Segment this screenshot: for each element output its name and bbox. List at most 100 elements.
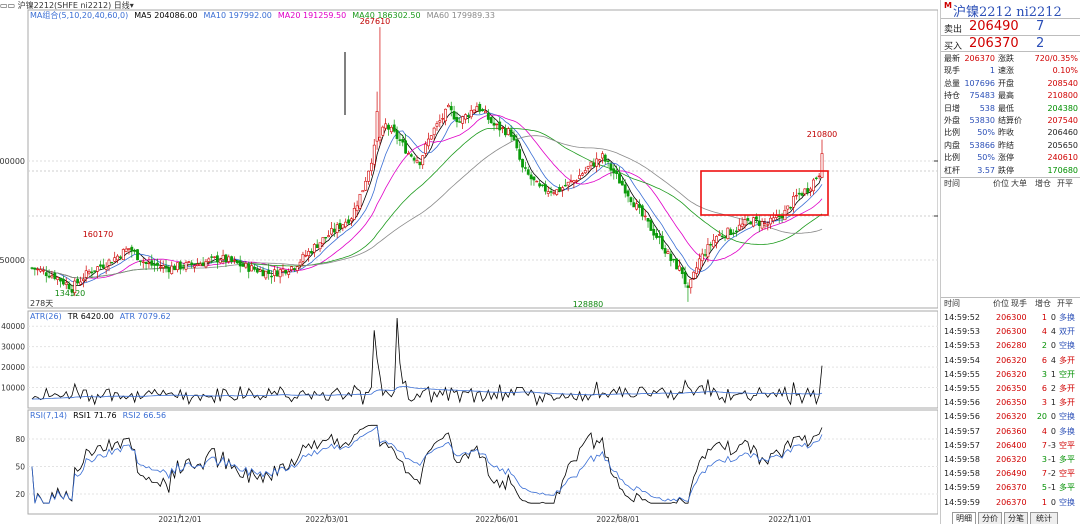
candle-body — [606, 160, 610, 162]
atr-y-tick: 40000 — [1, 322, 25, 331]
tick-volume: 6 — [1041, 355, 1047, 365]
candle-body — [700, 253, 704, 262]
candle-body — [389, 126, 393, 133]
candle-body — [509, 129, 513, 137]
tick-row[interactable]: 14:59:52 206300 1 0 多换 — [941, 311, 1080, 325]
candle-body — [170, 265, 174, 274]
tick-type: 多平 — [1059, 483, 1075, 493]
candle-body — [167, 267, 171, 273]
tick-type: 多换 — [1059, 313, 1075, 322]
candle-body — [615, 170, 619, 175]
tick-row[interactable]: 14:59:59 206370 1 0 空换 — [941, 496, 1080, 510]
tick-row[interactable]: 14:59:56 206320 20 0 空换 — [941, 410, 1080, 424]
candle-body — [233, 259, 236, 262]
column-header: 现手 — [1011, 299, 1027, 308]
candle-body — [304, 255, 308, 257]
candle-body — [695, 267, 698, 274]
stat-value: 75483 — [969, 91, 995, 101]
tick-row[interactable]: 14:59:56 206350 3 1 多开 — [941, 396, 1080, 410]
stat-row: 比例 50% 昨收 206460 — [941, 127, 1080, 139]
period-select[interactable]: 日线 — [114, 1, 130, 10]
tab-3[interactable]: 统计 — [1030, 512, 1058, 524]
candle-body — [689, 279, 693, 289]
candle-body — [649, 219, 653, 231]
candle-body — [438, 120, 442, 123]
tick-row[interactable]: 14:59:58 206490 7 -2 空平 — [941, 467, 1080, 481]
stat-label: 现手 — [944, 66, 960, 76]
sell-label: 卖出 — [944, 25, 963, 35]
tab-2[interactable]: 分笔 — [1004, 512, 1028, 524]
tick-oi: 4 — [1050, 355, 1056, 365]
panel-title: M 沪镍2212 ni2212 — [941, 0, 1080, 20]
tick-price: 206320 — [996, 355, 1027, 365]
atr-y-tick: 10000 — [1, 384, 25, 393]
candle-body — [250, 265, 254, 272]
candle-body — [603, 154, 607, 162]
tick-type: 多开 — [1059, 384, 1075, 393]
tick-row[interactable]: 14:59:55 206320 3 1 空开 — [941, 368, 1080, 382]
candle-body — [101, 264, 105, 269]
candle-body — [330, 228, 333, 235]
candle-body — [215, 255, 219, 263]
stat-label: 比例 — [944, 153, 960, 163]
tab-0[interactable]: 明细 — [952, 512, 976, 524]
candle-body — [683, 271, 687, 285]
tick-row[interactable]: 14:59:58 206320 3 -1 多平 — [941, 453, 1080, 467]
stat-value: 53830 — [969, 116, 995, 125]
tick-row[interactable]: 14:59:54 206320 6 4 多开 — [941, 354, 1080, 368]
candle-body — [36, 268, 40, 271]
menu-icon[interactable]: ▭▭ — [0, 1, 15, 10]
candle-body — [87, 271, 91, 274]
candle-body — [504, 128, 507, 136]
candle-body — [318, 242, 322, 250]
candle-body — [84, 270, 88, 278]
tick-row[interactable]: 14:59:57 206400 7 -3 空平 — [941, 439, 1080, 453]
kline-chart[interactable]: 2000001500002676101601701345201288802108… — [0, 0, 938, 524]
atr-legend-name[interactable]: ATR(26) — [30, 312, 62, 321]
rsi2-line — [31, 425, 823, 504]
candle-body — [421, 155, 425, 166]
candle-body — [161, 265, 165, 268]
tick-type: 空换 — [1059, 412, 1075, 422]
atr-y-tick: 30000 — [1, 343, 25, 352]
candle-body — [492, 122, 496, 126]
candle-body — [261, 269, 265, 277]
stat-value: 208540 — [1047, 78, 1078, 88]
tick-volume: 1 — [1041, 313, 1047, 322]
rsi-legend-name[interactable]: RSI(7,14) — [30, 411, 67, 420]
tick-volume: 7 — [1041, 440, 1047, 450]
candle-body — [581, 173, 584, 176]
ma-legend-items: MA5 204086.00 MA10 197992.00 MA20 191259.5… — [134, 11, 501, 20]
candle-body — [207, 258, 211, 262]
tick-oi: 4 — [1050, 327, 1056, 337]
candle-body — [119, 256, 122, 259]
candle-body — [578, 175, 581, 179]
candle-body — [301, 253, 305, 262]
tick-row[interactable]: 14:59:57 206360 4 0 多换 — [941, 425, 1080, 439]
candle-body — [384, 123, 388, 129]
candle-body — [740, 223, 744, 227]
candle-body — [586, 166, 590, 169]
candle-body — [270, 275, 273, 278]
tab-1[interactable]: 分价 — [978, 512, 1002, 524]
chevron-down-icon[interactable]: ▾ — [130, 1, 134, 10]
tick-time: 14:59:54 — [944, 355, 980, 365]
atr-y-tick: 20000 — [1, 363, 25, 372]
tick-row[interactable]: 14:59:59 206370 5 -1 多平 — [941, 481, 1080, 495]
tick-row[interactable]: 14:59:53 206280 2 0 空换 — [941, 339, 1080, 353]
candle-body — [204, 261, 208, 268]
stat-row: 外盘 53830 结算价 207540 — [941, 115, 1080, 127]
instrument-name[interactable]: 沪镍2212 — [18, 1, 54, 10]
candle-body — [427, 138, 430, 147]
stat-label: 昨结 — [998, 140, 1014, 150]
stat-label: 持仓 — [944, 91, 960, 101]
candle-body — [629, 197, 633, 203]
tick-row[interactable]: 14:59:53 206300 4 4 双开 — [941, 325, 1080, 339]
tick-row[interactable]: 14:59:55 206350 6 2 多开 — [941, 382, 1080, 396]
ma-legend-name[interactable]: MA组合(5,10,20,40,60,0) — [30, 11, 128, 20]
chart-area[interactable]: 2000001500002676101601701345201288802108… — [0, 0, 938, 524]
candle-body — [53, 272, 57, 280]
sell-volume: 7 — [1036, 19, 1045, 34]
panel-tabs[interactable]: 明细 分价 分笔 统计 — [940, 512, 1080, 524]
tick-price: 206320 — [996, 369, 1027, 379]
